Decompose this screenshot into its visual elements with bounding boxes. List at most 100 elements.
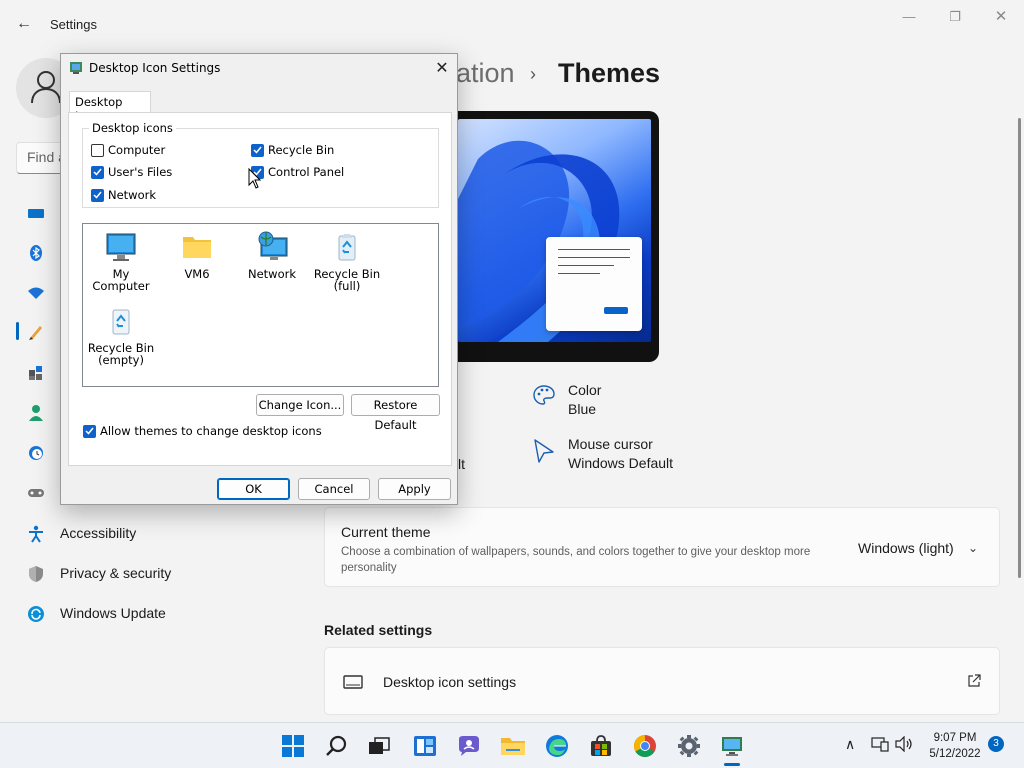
checkbox-box <box>91 143 104 157</box>
current-theme-title: Current theme <box>341 524 431 540</box>
mouse-pointer-icon <box>248 168 262 189</box>
time-language-icon[interactable] <box>26 443 46 463</box>
current-theme-card[interactable]: Current theme Choose a combination of wa… <box>324 507 1000 587</box>
sidebar-item-label: Accessibility <box>60 525 137 541</box>
store-icon[interactable] <box>587 732 615 760</box>
sidebar-item-windows-update[interactable]: Windows Update <box>16 596 286 632</box>
network-checkbox[interactable]: Network <box>91 188 156 202</box>
ok-button[interactable]: OK <box>217 478 290 500</box>
breadcrumb: ation › Themes <box>456 58 660 89</box>
start-icon[interactable] <box>279 732 307 760</box>
users-files-checkbox[interactable]: User's Files <box>91 165 172 179</box>
mouse-cursor-setting[interactable]: Mouse cursor Windows Default <box>532 436 692 476</box>
checkbox-label: Control Panel <box>268 165 345 179</box>
chevron-right-icon: › <box>530 64 536 84</box>
system-icon[interactable] <box>26 203 46 223</box>
list-item[interactable]: My Computer <box>83 230 159 292</box>
change-icon-button[interactable]: Change Icon... <box>256 394 344 416</box>
desktop-icon-settings-app-icon[interactable] <box>718 732 746 760</box>
personalization-brush-icon[interactable] <box>26 322 46 342</box>
sidebar-item-label: Windows Update <box>60 605 166 621</box>
maximize-button[interactable]: ❐ <box>932 6 978 28</box>
computer-checkbox[interactable]: Computer <box>91 143 165 157</box>
theme-preview <box>448 111 659 362</box>
notification-badge[interactable]: 3 <box>988 736 1004 752</box>
apply-button[interactable]: Apply <box>378 478 451 500</box>
volume-icon[interactable] <box>895 735 915 757</box>
color-value: Blue <box>568 401 597 417</box>
icon-label: Recycle Bin (empty) <box>87 341 155 367</box>
selected-indicator <box>16 322 19 340</box>
breadcrumb-parent[interactable]: ation <box>456 58 515 88</box>
mouse-cursor-value: Windows Default <box>568 455 674 471</box>
restore-default-button[interactable]: Restore Default <box>351 394 440 432</box>
list-item[interactable]: Network <box>234 230 310 280</box>
apps-icon[interactable] <box>26 363 46 383</box>
dialog-close-button[interactable]: ✕ <box>427 56 457 80</box>
tray-overflow-chevron[interactable]: ∧ <box>845 736 855 753</box>
network-tray-icon[interactable] <box>871 736 889 757</box>
taskbar: ∧ 9:07 PM 5/12/2022 3 <box>0 722 1024 768</box>
bluetooth-icon[interactable] <box>26 243 46 263</box>
accounts-icon[interactable] <box>26 403 46 423</box>
checkbox-label: Recycle Bin <box>268 143 335 157</box>
icon-label: My Computer <box>92 267 150 293</box>
color-setting[interactable]: Color Blue <box>532 382 672 422</box>
list-item[interactable]: Recycle Bin (empty) <box>83 304 159 366</box>
control-panel-checkbox[interactable]: Control Panel <box>251 165 344 179</box>
folder-icon <box>183 237 211 258</box>
network-wifi-icon[interactable] <box>26 283 46 303</box>
desktop-icon-settings-link[interactable]: Desktop icon settings <box>324 647 1000 715</box>
dialog-title: Desktop Icon Settings <box>89 61 221 75</box>
tab-panel: Desktop icons Computer Recycle Bin User'… <box>68 112 452 466</box>
app-title: Settings <box>50 17 97 32</box>
sidebar-item-label: Privacy & security <box>60 565 172 581</box>
edge-icon[interactable] <box>543 732 571 760</box>
scrollbar[interactable] <box>1018 118 1021 578</box>
mouse-cursor-icon <box>532 438 556 467</box>
shield-icon <box>26 564 46 584</box>
desktop-icon-settings-label: Desktop icon settings <box>383 674 517 690</box>
tab-desktop-icons[interactable]: Desktop Icons <box>69 91 151 123</box>
widgets-icon[interactable] <box>411 732 439 760</box>
clock-date: 5/12/2022 <box>929 748 981 760</box>
desktop-icon-settings-dialog: Desktop Icon Settings ✕ Desktop Icons De… <box>60 53 458 505</box>
close-button[interactable]: ✕ <box>978 6 1024 28</box>
gaming-icon[interactable] <box>26 483 46 503</box>
chevron-down-icon[interactable]: ⌄ <box>968 541 978 555</box>
title-bar: ← Settings — ❐ ✕ <box>0 0 1024 48</box>
minimize-button[interactable]: — <box>886 6 932 28</box>
clock[interactable]: 9:07 PM 5/12/2022 <box>920 730 990 762</box>
checkbox-box <box>91 188 104 202</box>
clock-time: 9:07 PM <box>933 732 977 744</box>
checkbox-box <box>83 424 96 438</box>
checkbox-label: Computer <box>108 143 166 157</box>
allow-themes-checkbox[interactable]: Allow themes to change desktop icons <box>83 424 322 438</box>
list-item[interactable]: Recycle Bin (full) <box>309 230 385 292</box>
monitor-icon <box>106 233 136 261</box>
cancel-button[interactable]: Cancel <box>298 478 370 500</box>
task-view-icon[interactable] <box>365 732 393 760</box>
list-item[interactable]: VM6 <box>159 230 235 280</box>
background-value: lt <box>458 456 465 472</box>
chat-icon[interactable] <box>455 732 483 760</box>
mouse-cursor-label: Mouse cursor <box>568 436 653 452</box>
sidebar-item-privacy[interactable]: Privacy & security <box>16 556 286 592</box>
back-button[interactable]: ← <box>10 12 38 36</box>
checkbox-label: User's Files <box>108 165 173 179</box>
color-label: Color <box>568 382 602 398</box>
file-explorer-icon[interactable] <box>499 732 527 760</box>
checkbox-box <box>251 143 264 157</box>
settings-gear-icon[interactable] <box>675 732 703 760</box>
chrome-icon[interactable] <box>631 732 659 760</box>
windows-update-icon <box>26 604 46 624</box>
current-theme-value: Windows (light) <box>858 540 954 556</box>
sidebar-item-accessibility[interactable]: Accessibility <box>16 516 286 552</box>
user-icon <box>31 71 61 104</box>
recycle-bin-checkbox[interactable]: Recycle Bin <box>251 143 334 157</box>
page-title: Themes <box>558 58 661 88</box>
icon-label: Network <box>247 267 297 281</box>
external-link-icon <box>967 674 981 693</box>
search-icon[interactable] <box>323 732 351 760</box>
checkbox-box <box>91 165 104 179</box>
